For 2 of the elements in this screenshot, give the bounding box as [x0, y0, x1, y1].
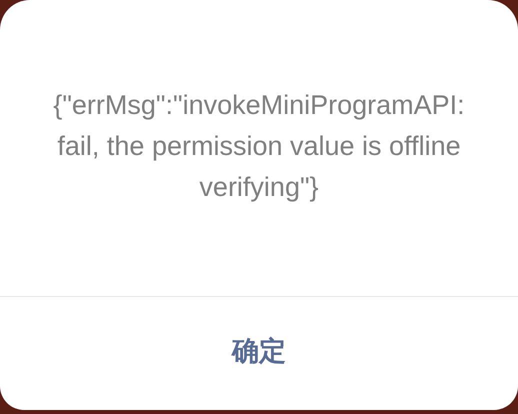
confirm-button[interactable]: 确定	[212, 324, 306, 376]
error-message: {"errMsg":"invokeMiniProgramAPI:fail, the permission value is offline verifying"}	[53, 88, 465, 204]
